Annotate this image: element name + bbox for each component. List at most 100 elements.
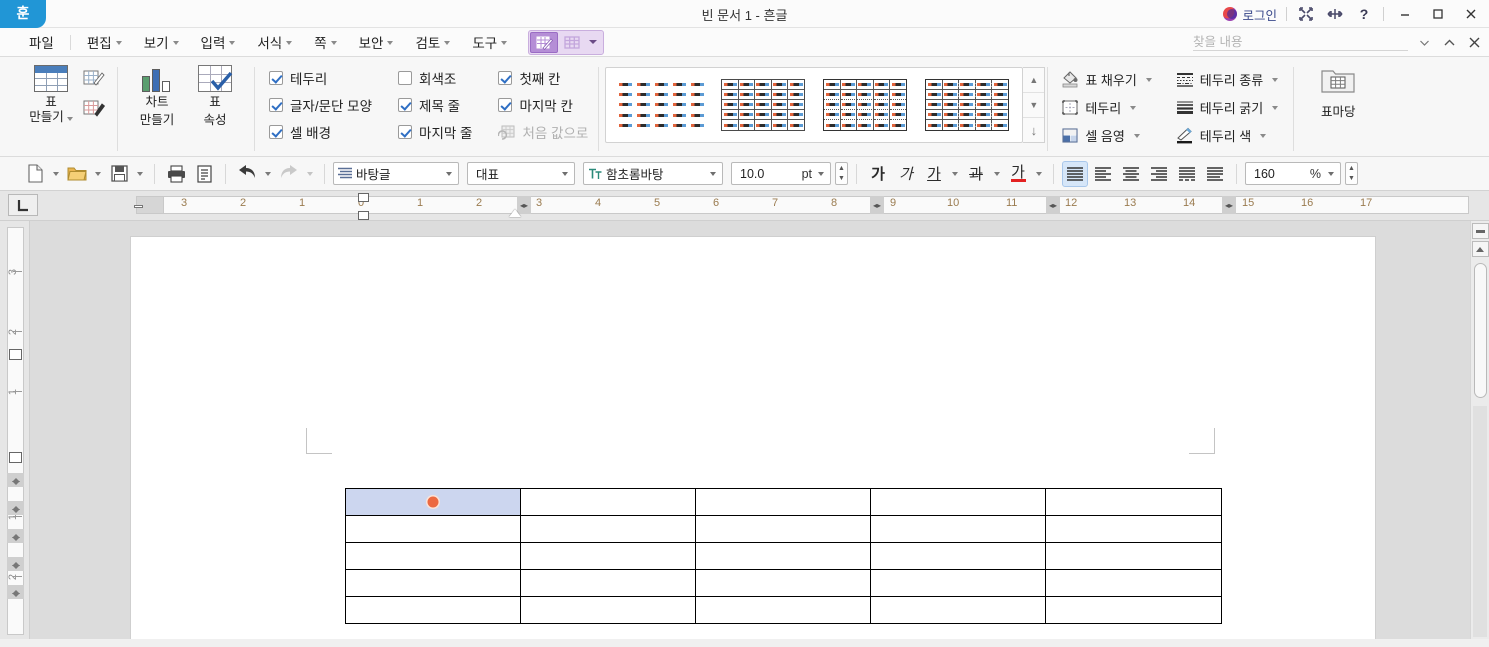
italic-button[interactable]: 가	[893, 161, 919, 187]
row-marker[interactable]	[7, 529, 24, 543]
font-size-combo[interactable]: 10.0 pt	[731, 162, 831, 185]
chevron-down-icon[interactable]	[814, 171, 828, 176]
border-width-button[interactable]: 테두리 굵기	[1171, 95, 1283, 120]
redo-dropdown[interactable]	[304, 161, 316, 187]
row-marker[interactable]	[7, 473, 24, 487]
table-cell[interactable]	[870, 542, 1046, 570]
table-row[interactable]	[345, 515, 1222, 543]
ribbon-collapse-icon[interactable]	[1440, 33, 1458, 53]
align-right-button[interactable]	[1146, 161, 1172, 187]
find-input-wrapper[interactable]	[1193, 34, 1408, 51]
scrollbar-track[interactable]	[1473, 406, 1487, 637]
column-marker[interactable]: ◂▸	[1222, 196, 1236, 214]
row-marker[interactable]	[7, 585, 24, 599]
close-button[interactable]	[1459, 4, 1483, 24]
checkbox-grayscale[interactable]: 회색조	[398, 68, 472, 88]
table-cell[interactable]	[520, 488, 696, 516]
tab-type-button[interactable]	[8, 194, 38, 216]
find-dropdown-icon[interactable]	[1415, 33, 1433, 53]
tab-toggle-table-icon[interactable]	[558, 32, 586, 53]
menu-item-page[interactable]: 쪽	[303, 29, 347, 55]
left-indent-marker[interactable]	[358, 211, 369, 220]
menu-item-input[interactable]: 입력	[190, 29, 247, 55]
open-file-button[interactable]	[64, 161, 90, 187]
strikethrough-dropdown[interactable]	[991, 161, 1003, 187]
table-gallery-button[interactable]: 표마당	[1306, 61, 1370, 120]
print-preview-button[interactable]	[191, 161, 217, 187]
cell-shading-button[interactable]: 셀 음영	[1056, 123, 1156, 148]
erase-table-button[interactable]	[81, 96, 107, 120]
table-properties-button[interactable]: 표 속성	[186, 61, 244, 128]
table-cell[interactable]	[695, 569, 871, 597]
search-input[interactable]	[1193, 34, 1408, 49]
bold-button[interactable]: 가	[865, 161, 891, 187]
open-file-dropdown[interactable]	[92, 161, 104, 187]
login-button[interactable]: 로그인	[1223, 5, 1277, 24]
zoom-combo[interactable]: 160 %	[1245, 162, 1341, 185]
table-row[interactable]	[345, 569, 1222, 597]
table-cell[interactable]	[870, 515, 1046, 543]
ruler-tab-stop[interactable]	[134, 205, 143, 208]
underline-dropdown[interactable]	[949, 161, 961, 187]
checkbox-last-row[interactable]: 마지막 줄	[398, 122, 472, 142]
chevron-down-icon[interactable]	[1324, 171, 1338, 176]
gallery-expand-button[interactable]: ↓	[1023, 118, 1044, 142]
undo-button[interactable]	[234, 161, 260, 187]
document-table[interactable]	[345, 488, 1222, 624]
table-cell[interactable]	[870, 569, 1046, 597]
gallery-scroll-up-button[interactable]: ▲	[1023, 68, 1045, 93]
new-document-dropdown[interactable]	[50, 161, 62, 187]
chevron-down-icon[interactable]	[558, 171, 572, 176]
table-cell[interactable]	[520, 569, 696, 597]
print-button[interactable]	[163, 161, 189, 187]
table-cell[interactable]	[695, 596, 871, 624]
table-cell[interactable]	[870, 596, 1046, 624]
table-cell[interactable]	[520, 515, 696, 543]
menu-item-file[interactable]: 파일	[18, 29, 65, 55]
table-cell[interactable]	[695, 542, 871, 570]
strikethrough-button[interactable]: 과	[963, 161, 989, 187]
minimize-button[interactable]	[1393, 4, 1417, 24]
table-cell[interactable]	[345, 515, 521, 543]
create-chart-button[interactable]: 차트 만들기	[128, 61, 186, 128]
checkbox-cell-background[interactable]: 셀 배경	[269, 122, 372, 142]
menu-item-review[interactable]: 검토	[404, 29, 461, 55]
font-color-dropdown[interactable]	[1033, 161, 1045, 187]
checkbox-border[interactable]: 테두리	[269, 68, 372, 88]
table-cell[interactable]	[695, 515, 871, 543]
vertical-ruler[interactable]: 3 2 1 1 2	[0, 221, 30, 639]
row-marker[interactable]	[7, 557, 24, 571]
checkbox-char-paragraph-shape[interactable]: 글자/문단 모양	[269, 95, 372, 115]
save-button[interactable]	[106, 161, 132, 187]
gallery-item-grid-2[interactable]	[815, 73, 915, 137]
menu-item-security[interactable]: 보안	[348, 29, 405, 55]
vertical-top-margin-marker[interactable]	[9, 452, 22, 463]
menu-item-format[interactable]: 서식	[246, 29, 303, 55]
align-justify-button[interactable]	[1062, 160, 1088, 187]
save-dropdown[interactable]	[134, 161, 146, 187]
undo-dropdown[interactable]	[262, 161, 274, 187]
fullscreen-icon[interactable]	[1296, 4, 1316, 24]
document-canvas[interactable]	[30, 221, 1489, 639]
menu-item-tools[interactable]: 도구	[461, 29, 518, 55]
zoom-stepper[interactable]: ▲ ▼	[1345, 162, 1358, 185]
vertical-scrollbar[interactable]	[1470, 221, 1489, 639]
font-family-combo[interactable]: 함초롬바탕	[583, 162, 723, 185]
table-cell[interactable]	[520, 542, 696, 570]
scroll-up-button[interactable]	[1471, 241, 1489, 257]
table-cell[interactable]	[1045, 569, 1222, 597]
gallery-scroll-down-button[interactable]: ▼	[1023, 93, 1045, 118]
font-color-button[interactable]: 가	[1005, 161, 1031, 187]
tab-toggle-chevron-icon[interactable]	[589, 40, 598, 44]
table-cell[interactable]	[1045, 488, 1222, 516]
table-row[interactable]	[345, 542, 1222, 570]
underline-button[interactable]: 가	[921, 161, 947, 187]
right-indent-marker[interactable]	[509, 209, 521, 217]
table-cell[interactable]	[345, 542, 521, 570]
new-document-button[interactable]	[22, 161, 48, 187]
paragraph-style-combo[interactable]: 바탕글	[333, 162, 459, 185]
menu-item-edit[interactable]: 편집	[76, 29, 133, 55]
font-size-stepper[interactable]: ▲ ▼	[835, 162, 848, 185]
table-cell[interactable]	[345, 569, 521, 597]
column-marker[interactable]: ◂▸	[870, 196, 884, 214]
